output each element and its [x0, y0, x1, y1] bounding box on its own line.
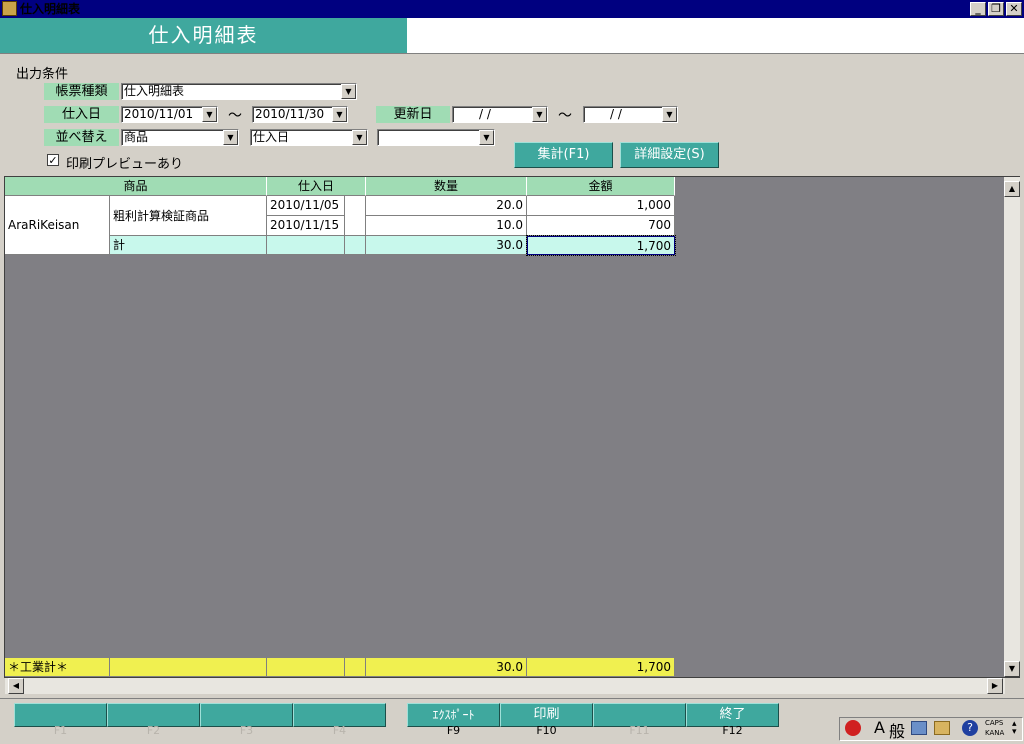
col-header-qty[interactable]: 数量 [366, 177, 527, 196]
range-tilde: 〜 [228, 108, 242, 124]
group-cell[interactable]: AraRiKeisan [5, 196, 110, 255]
scroll-up-icon[interactable]: ▲ [1004, 181, 1020, 197]
date-cell[interactable]: 2010/11/15 [267, 216, 345, 236]
toolbox-icon[interactable] [934, 721, 950, 735]
fkey-caption: F11 [629, 724, 650, 737]
sort-label: 並べ替え [44, 129, 119, 146]
horizontal-scrollbar[interactable] [5, 678, 1005, 694]
range-tilde: 〜 [558, 108, 572, 124]
vertical-scrollbar[interactable] [1004, 177, 1020, 677]
fkey-caption: F1 [53, 724, 68, 737]
total-label[interactable]: ＊工業計＊ [5, 658, 110, 677]
tray-options-icon[interactable]: ▴ ▾ [1012, 720, 1017, 737]
close-button[interactable]: ✕ [1006, 2, 1022, 16]
col-header-date[interactable]: 仕入日 [267, 177, 366, 196]
amount-cell[interactable]: 700 [527, 216, 675, 236]
form-type-select[interactable]: 仕入明細表 [121, 83, 357, 100]
sort-select-3[interactable] [377, 129, 495, 146]
subtotal-amount[interactable]: 1,700 [526, 235, 676, 256]
detail-settings-button[interactable]: 詳細設定(S) [620, 142, 719, 168]
chevron-down-icon[interactable]: ▼ [332, 107, 347, 122]
chevron-down-icon[interactable]: ▼ [662, 107, 677, 122]
sort-select-1[interactable]: 商品 [121, 129, 239, 146]
total-amount[interactable]: 1,700 [527, 658, 675, 677]
col-header-product[interactable]: 商品 [5, 177, 267, 196]
subtotal-date-cell[interactable] [267, 236, 345, 255]
fkey-caption: F3 [239, 724, 254, 737]
fkey-caption: F4 [332, 724, 347, 737]
fkey-caption: F10 [536, 724, 557, 737]
chevron-down-icon[interactable]: ▼ [341, 84, 356, 99]
col-header-amount[interactable]: 金額 [527, 177, 675, 196]
subtotal-qty[interactable]: 30.0 [366, 236, 527, 255]
chevron-down-icon[interactable]: ▼ [202, 107, 217, 122]
purchase-date-label: 仕入日 [44, 106, 119, 123]
window-titlebar[interactable] [0, 0, 1024, 18]
kana-indicator: KANA [985, 729, 1005, 737]
qty-cell[interactable]: 20.0 [366, 196, 527, 216]
dictionary-icon[interactable] [911, 721, 927, 735]
qty-cell[interactable]: 10.0 [366, 216, 527, 236]
total-cell[interactable] [110, 658, 267, 677]
update-date-label: 更新日 [376, 106, 450, 123]
sort-select-2[interactable]: 仕入日 [250, 129, 368, 146]
app-icon [2, 1, 17, 16]
help-icon[interactable]: ? [962, 720, 978, 736]
chevron-down-icon[interactable]: ▼ [352, 130, 367, 145]
total-cell[interactable] [345, 658, 366, 677]
amount-cell[interactable]: 1,000 [527, 196, 675, 216]
chevron-down-icon[interactable]: ▼ [223, 130, 238, 145]
preview-label: 印刷プレビューあり [66, 157, 184, 172]
footer-divider [0, 698, 1024, 699]
product-cell[interactable]: 粗利計算検証商品 [110, 196, 267, 236]
total-cell[interactable] [267, 658, 345, 677]
minimize-button[interactable]: _ [970, 2, 986, 16]
subtotal-label[interactable]: 計 [110, 236, 267, 255]
chevron-down-icon[interactable]: ▼ [479, 130, 494, 145]
input-mode-icon[interactable]: A [874, 718, 885, 737]
date-cell[interactable]: 2010/11/05 [267, 196, 345, 216]
blank-cell [345, 196, 366, 236]
window-title: 仕入明細表 [20, 2, 81, 16]
form-type-label: 帳票種類 [44, 83, 119, 100]
ime-icon[interactable] [845, 720, 861, 736]
chevron-down-icon[interactable]: ▼ [532, 107, 547, 122]
conversion-mode-icon[interactable]: 般 [889, 718, 905, 742]
fkey-caption: F12 [722, 724, 743, 737]
aggregate-button[interactable]: 集計(F1) [514, 142, 613, 168]
scroll-left-icon[interactable]: ◀ [8, 678, 24, 694]
scroll-down-icon[interactable]: ▼ [1004, 661, 1020, 677]
page-title: 仕入明細表 [0, 18, 407, 53]
fkey-caption: F2 [146, 724, 161, 737]
caps-indicator: CAPS [985, 719, 1004, 727]
blank-cell [345, 236, 366, 255]
conditions-label: 出力条件 [16, 67, 69, 82]
fkey-caption: F9 [446, 724, 461, 737]
scroll-right-icon[interactable]: ▶ [987, 678, 1003, 694]
total-qty[interactable]: 30.0 [366, 658, 527, 677]
preview-checkbox[interactable]: ✓ [47, 154, 59, 166]
restore-button[interactable]: ❐ [988, 2, 1004, 16]
